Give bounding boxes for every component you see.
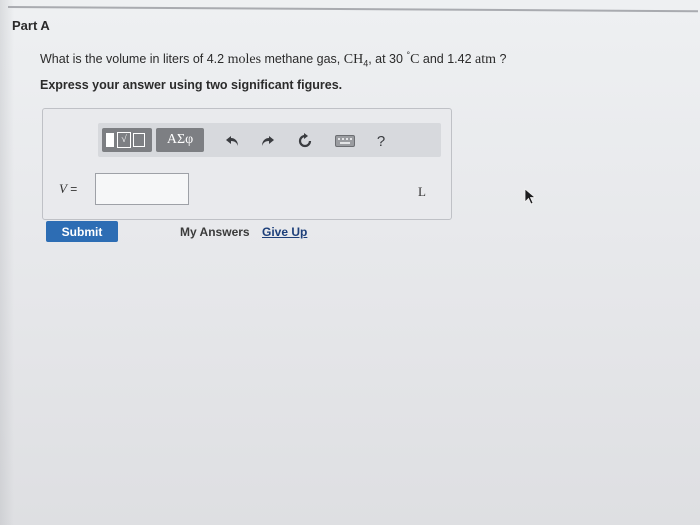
answer-variable-label: V = [59,181,77,197]
edge-shadow [0,0,14,525]
undo-icon [226,136,238,146]
question-mid: methane gas, [261,52,344,67]
my-answers-link[interactable]: My Answers [180,225,250,239]
reset-icon [298,133,312,148]
page: Part A What is the volume in liters of 4… [0,0,700,525]
math-toolbar: √ ΑΣφ ? [98,123,441,157]
celsius-unit: C [410,52,420,68]
equals-sign: = [66,182,78,196]
question-and: and 1.42 [419,52,476,67]
question-prefix: What is the volume in liters of 4.2 [40,52,228,67]
question-moles: moles [227,52,262,68]
top-divider [7,6,698,13]
answer-panel: √ ΑΣφ ? V = L [42,108,452,220]
part-title: Part A [12,18,50,33]
help-button[interactable]: ? [370,131,392,151]
templates-icon: √ [106,132,148,148]
question-suffix: ? [496,52,507,67]
submit-button[interactable]: Submit [46,221,118,242]
undo-button[interactable] [222,131,244,151]
atm-unit: atm [475,52,497,68]
reset-button[interactable] [294,131,316,151]
question-text: What is the volume in liters of 4.2 mole… [40,50,506,69]
mouse-pointer-icon [524,188,537,205]
question-after-formula: , at 30 [368,52,407,67]
templates-button[interactable]: √ [102,128,152,152]
keyboard-button[interactable] [334,131,356,151]
keyboard-icon [335,135,355,147]
variable-symbol: V [59,181,67,196]
instruction-text: Express your answer using two significan… [40,78,343,92]
give-up-link[interactable]: Give Up [262,225,307,239]
unit-label: L [418,184,426,199]
greek-symbols-button[interactable]: ΑΣφ [156,128,204,152]
redo-icon [262,136,274,146]
redo-button[interactable] [256,131,278,151]
volume-answer-input[interactable] [95,173,189,205]
help-icon: ? [376,132,386,150]
greek-label: ΑΣφ [166,132,194,147]
formula-base: CH [343,52,364,68]
